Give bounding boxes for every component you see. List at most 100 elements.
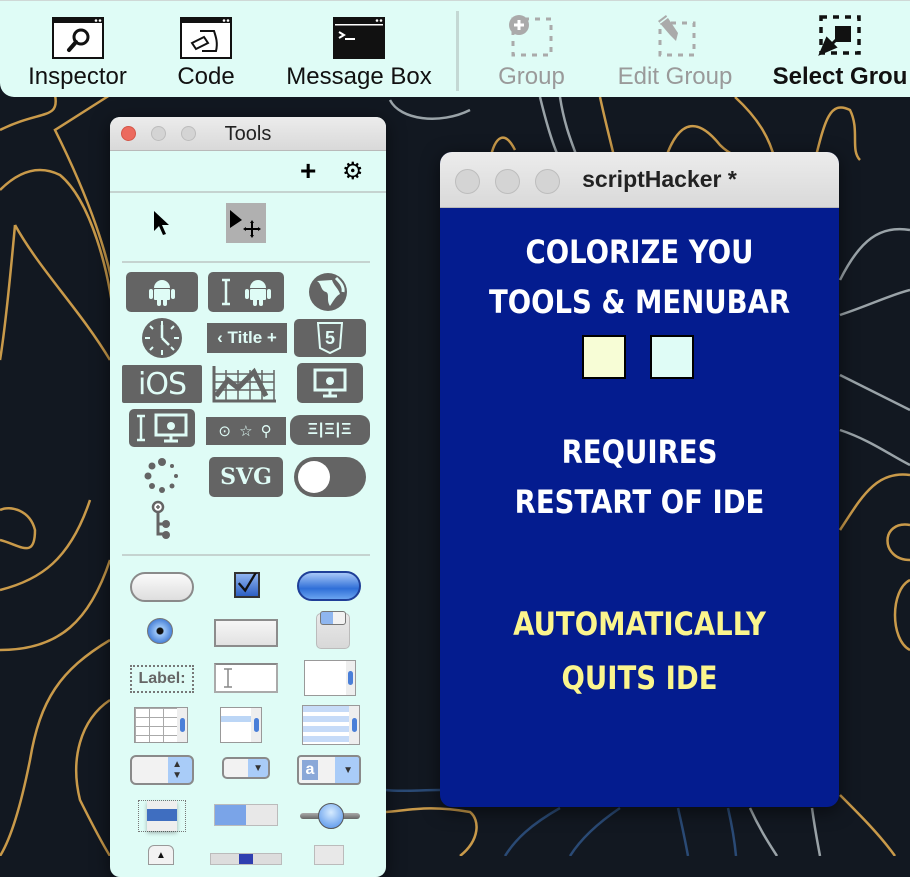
group-button[interactable]: Group bbox=[494, 1, 569, 98]
group-label: Group bbox=[498, 63, 565, 90]
macos-field-widget[interactable] bbox=[129, 409, 195, 447]
tools-title: Tools bbox=[224, 123, 272, 145]
vertical-scrollbar[interactable] bbox=[349, 706, 359, 744]
inspector-icon bbox=[51, 1, 104, 59]
message-box-button[interactable]: Message Box bbox=[278, 1, 440, 98]
ios-widget[interactable]: iOS bbox=[122, 365, 202, 403]
progress-bar-widget[interactable] bbox=[214, 804, 278, 826]
add-icon[interactable]: + bbox=[300, 157, 316, 185]
rectangle-button-widget[interactable] bbox=[214, 619, 278, 647]
edit-group-button[interactable]: Edit Group bbox=[610, 1, 740, 98]
checkmark-icon bbox=[237, 573, 258, 593]
radio-button-widget[interactable] bbox=[147, 618, 173, 644]
list-field-widget[interactable] bbox=[220, 707, 262, 743]
code-button[interactable]: Code bbox=[170, 1, 242, 98]
line-graph-icon bbox=[212, 366, 276, 403]
text-selection-icon: a bbox=[302, 760, 318, 780]
scrollbar-widget[interactable] bbox=[210, 853, 282, 865]
image-widget[interactable] bbox=[314, 845, 344, 865]
spinner-icon bbox=[144, 458, 178, 493]
little-arrows-widget[interactable]: ▲ bbox=[148, 845, 174, 865]
android-field-widget[interactable] bbox=[208, 272, 284, 312]
script-hacker-title: scriptHacker * bbox=[582, 166, 737, 192]
desktop-mac-icon bbox=[154, 413, 188, 443]
android-icon bbox=[245, 280, 271, 306]
switch-widget[interactable] bbox=[294, 457, 366, 497]
label-field-widget[interactable]: Label: bbox=[130, 665, 194, 693]
tree-view-icon bbox=[151, 500, 170, 539]
code-label: Code bbox=[177, 63, 235, 90]
main-toolbar: Inspector Code Message Box Group Edit Gr… bbox=[0, 0, 910, 97]
push-button-widget[interactable] bbox=[130, 572, 194, 602]
tools-color-swatch[interactable] bbox=[650, 335, 694, 379]
quit-warning-line1: AUTOMATICALLY bbox=[513, 605, 766, 643]
code-editor-icon bbox=[180, 1, 232, 59]
slider-thumb[interactable] bbox=[318, 803, 344, 829]
browse-tool-arrow-icon[interactable] bbox=[142, 203, 182, 243]
popup-menu-preview bbox=[147, 801, 177, 831]
select-grouped-icon bbox=[815, 1, 865, 59]
tools-titlebar[interactable]: Tools bbox=[110, 117, 386, 151]
text-cursor-icon bbox=[222, 278, 230, 306]
line-graph-widget[interactable] bbox=[210, 362, 278, 404]
clock-icon bbox=[142, 318, 182, 358]
edit-group-icon bbox=[650, 1, 700, 59]
desktop-mac-icon bbox=[313, 368, 347, 398]
script-hacker-window: scriptHacker * COLORIZE YOU TOOLS & MENU… bbox=[440, 152, 839, 807]
scrolling-field-widget[interactable] bbox=[304, 660, 356, 696]
spinner-widget[interactable] bbox=[140, 455, 184, 497]
colorize-heading-line1: COLORIZE YOU bbox=[525, 233, 754, 271]
edit-tool-arrow-icon[interactable] bbox=[226, 203, 266, 243]
data-grid-widget[interactable] bbox=[302, 705, 360, 745]
restart-note-line1: REQUIRES bbox=[561, 433, 718, 471]
text-cursor-icon bbox=[137, 414, 145, 442]
default-button-widget[interactable] bbox=[297, 571, 361, 601]
message-box-label: Message Box bbox=[286, 63, 432, 90]
text-cursor-icon bbox=[224, 668, 232, 688]
pointer-tools bbox=[110, 193, 386, 249]
inspector-label: Inspector bbox=[28, 63, 127, 90]
browser-widget[interactable] bbox=[306, 272, 350, 312]
select-grouped-button[interactable]: Select Grou bbox=[760, 1, 910, 98]
palette-divider bbox=[122, 261, 370, 263]
slider-widget[interactable] bbox=[300, 803, 360, 829]
combo-box-widget[interactable]: ▲ ▼ bbox=[130, 755, 194, 785]
message-box-icon bbox=[333, 1, 385, 59]
tools-header: + ⚙ bbox=[110, 151, 386, 193]
text-entry-field-widget[interactable] bbox=[214, 663, 278, 693]
chevron-down-icon: ▼ bbox=[343, 764, 353, 776]
menubar-color-swatch[interactable] bbox=[582, 335, 626, 379]
palette-divider bbox=[122, 554, 370, 556]
select-grouped-label: Select Grou bbox=[772, 63, 908, 90]
option-menu-widget[interactable]: ▼ bbox=[222, 757, 270, 779]
colorize-heading-line2: TOOLS & MENUBAR bbox=[488, 283, 791, 321]
inspector-button[interactable]: Inspector bbox=[20, 1, 135, 98]
globe-icon bbox=[309, 273, 347, 311]
vertical-scrollbar[interactable] bbox=[346, 661, 355, 695]
tab-panel-widget[interactable] bbox=[316, 611, 350, 649]
android-button-widget[interactable] bbox=[126, 272, 198, 312]
chevron-down-icon: ▼ bbox=[253, 762, 263, 774]
combo-field-widget[interactable]: a ▼ bbox=[297, 755, 361, 785]
popup-menu-widget[interactable] bbox=[138, 800, 186, 832]
icon-svg-widget[interactable]: ⊙ ☆ ⚲ bbox=[206, 417, 286, 445]
checkbox-widget[interactable] bbox=[234, 572, 260, 598]
android-icon bbox=[149, 280, 175, 306]
header-bar-widget[interactable]: ‹ Title + bbox=[207, 323, 287, 353]
gear-icon[interactable]: ⚙ bbox=[342, 157, 364, 186]
script-hacker-titlebar[interactable]: scriptHacker * bbox=[440, 152, 839, 208]
tab-panel-tabs bbox=[320, 611, 346, 625]
stepper-arrows-icon: ▲ ▼ bbox=[172, 759, 182, 781]
clock-widget[interactable] bbox=[140, 317, 184, 359]
switch-knob bbox=[298, 461, 330, 493]
html5-widget[interactable]: 5 bbox=[294, 319, 366, 357]
macos-widget[interactable] bbox=[297, 363, 363, 403]
edit-group-label: Edit Group bbox=[617, 63, 733, 90]
table-field-widget[interactable] bbox=[134, 707, 188, 743]
tree-view-widget[interactable] bbox=[146, 500, 178, 542]
vertical-scrollbar[interactable] bbox=[177, 708, 187, 742]
segmented-control-widget[interactable]: Ξ|Ξ|Ξ bbox=[290, 415, 370, 445]
vertical-scrollbar[interactable] bbox=[251, 708, 261, 742]
svg-icon-widget[interactable]: SVG bbox=[209, 457, 283, 497]
toolbar-divider bbox=[456, 11, 459, 91]
